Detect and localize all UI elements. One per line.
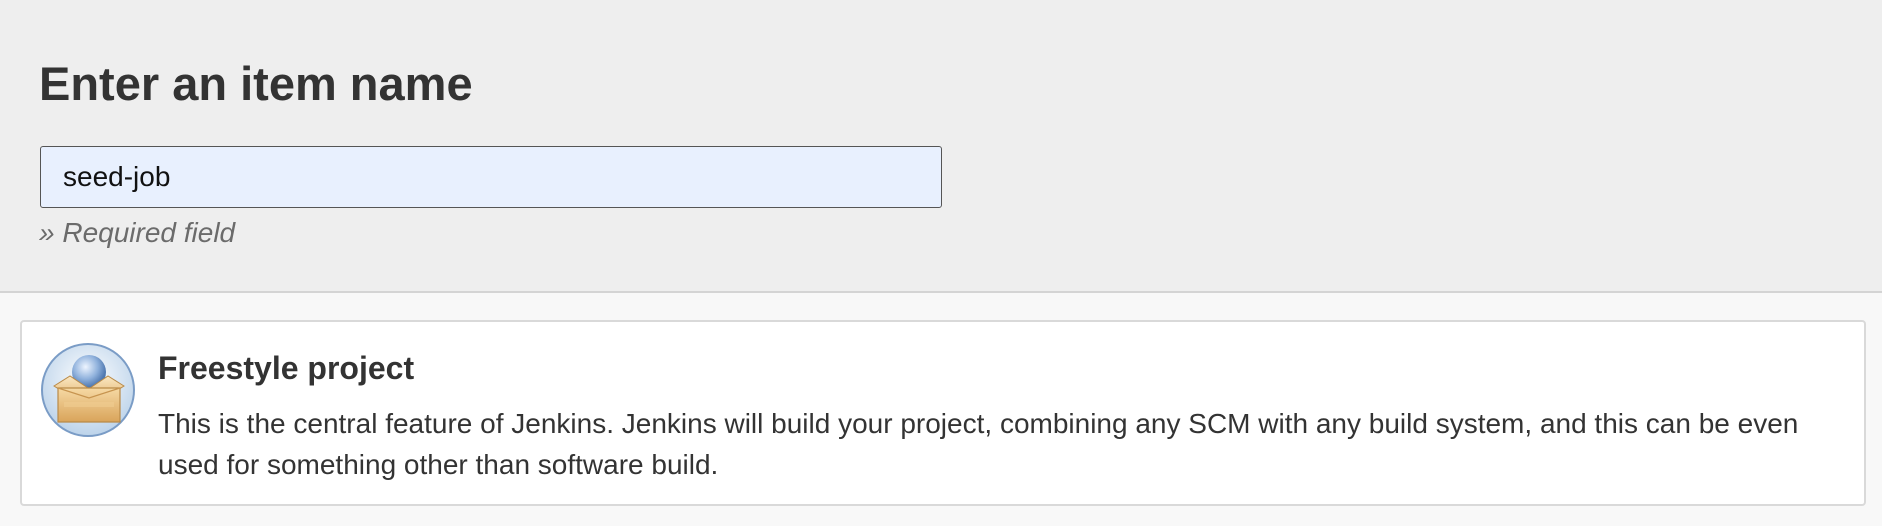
item-type-description: This is the central feature of Jenkins. … (158, 408, 1799, 480)
item-name-input[interactable] (40, 146, 942, 208)
item-name-section: Enter an item name » Required field (0, 0, 1882, 293)
freestyle-project-icon (41, 343, 135, 437)
required-field-hint: » Required field (39, 217, 236, 248)
page-title: Enter an item name (39, 57, 473, 110)
item-type-freestyle-project[interactable]: Freestyle project This is the central fe… (20, 320, 1866, 506)
item-type-title: Freestyle project (158, 350, 415, 386)
